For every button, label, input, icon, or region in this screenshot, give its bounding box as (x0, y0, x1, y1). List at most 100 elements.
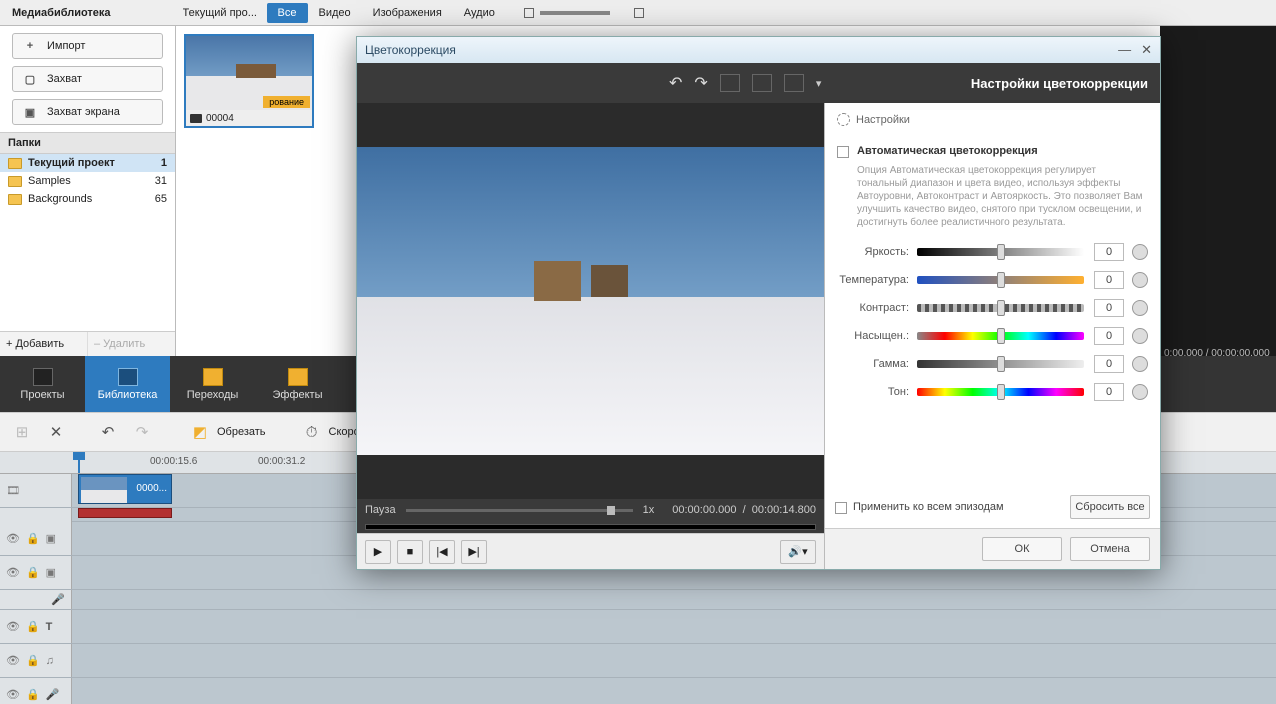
folder-count: 31 (155, 175, 167, 187)
mode-projects[interactable]: Проекты (0, 356, 85, 412)
folder-backgrounds[interactable]: Backgrounds65 (0, 190, 175, 208)
color-correction-dialog: Цветокоррекция — ✕ ↶ ↷ ▾ Настройки цвето… (356, 36, 1161, 570)
lock-icon[interactable]: 🔒 (26, 688, 40, 701)
folder-current-project[interactable]: Текущий проект1 (0, 154, 175, 172)
saturation-value[interactable]: 0 (1094, 327, 1124, 345)
speed-slider[interactable] (406, 509, 633, 512)
contrast-value[interactable]: 0 (1094, 299, 1124, 317)
brightness-label: Яркость: (837, 246, 909, 258)
eye-icon[interactable]: 👁 (6, 688, 20, 701)
hue-label: Тон: (837, 386, 909, 398)
undo-icon[interactable]: ↶ (96, 420, 120, 444)
minimize-icon[interactable]: — (1118, 42, 1131, 58)
saturation-slider[interactable] (917, 332, 1084, 340)
redo-icon[interactable]: ↷ (130, 420, 154, 444)
redo-icon[interactable]: ↷ (694, 73, 707, 93)
contrast-slider[interactable] (917, 304, 1084, 312)
folder-count: 1 (161, 157, 167, 169)
prev-frame-button[interactable]: |◀ (429, 540, 455, 564)
delete-folder-button[interactable]: – Удалить (87, 332, 175, 356)
close-icon[interactable]: ✕ (1141, 42, 1152, 58)
tab-all[interactable]: Все (267, 3, 308, 23)
temperature-value[interactable]: 0 (1094, 271, 1124, 289)
track-music[interactable]: 👁🔒♫ (0, 644, 1276, 678)
audio-clip[interactable] (78, 508, 172, 518)
contrast-reset[interactable] (1132, 300, 1148, 316)
play-button[interactable]: ▶ (365, 540, 391, 564)
brightness-reset[interactable] (1132, 244, 1148, 260)
compare-display-icon[interactable] (784, 74, 804, 92)
compare-grid-icon[interactable] (752, 74, 772, 92)
temperature-slider[interactable] (917, 276, 1084, 284)
lock-icon[interactable]: 🔒 (26, 654, 40, 667)
preview-progress[interactable] (357, 521, 824, 533)
clip-thumbnail[interactable]: рование 00004 (184, 34, 314, 128)
split-icon[interactable]: ⊞ (10, 420, 34, 444)
hue-value[interactable]: 0 (1094, 383, 1124, 401)
lock-icon[interactable]: 🔒 (26, 532, 40, 545)
cancel-button[interactable]: Отмена (1070, 537, 1150, 561)
hue-slider[interactable] (917, 388, 1084, 396)
eye-icon[interactable]: 👁 (6, 532, 20, 545)
hue-row: Тон: 0 (837, 383, 1148, 401)
hue-reset[interactable] (1132, 384, 1148, 400)
ruler-tick: 00:00:31.2 (258, 456, 305, 467)
volume-button[interactable]: 🔊▾ (780, 540, 816, 564)
tab-audio[interactable]: Аудио (453, 3, 506, 23)
undo-icon[interactable]: ↶ (669, 73, 682, 93)
mode-library[interactable]: Библиотека (85, 356, 170, 412)
ok-button[interactable]: ОК (982, 537, 1062, 561)
capture-button[interactable]: ▢Захват (12, 66, 163, 92)
brightness-value[interactable]: 0 (1094, 243, 1124, 261)
dialog-titlebar[interactable]: Цветокоррекция — ✕ (357, 37, 1160, 63)
auto-color-checkbox[interactable] (837, 146, 849, 158)
folders-header: Папки (0, 132, 175, 154)
playhead[interactable] (78, 452, 80, 473)
thumb-id: 00004 (206, 113, 234, 124)
gamma-slider[interactable] (917, 360, 1084, 368)
screen-capture-button[interactable]: ▣Захват экрана (12, 99, 163, 125)
playback-status: Пауза (365, 504, 396, 516)
preview-controls: ▶ ■ |◀ ▶| 🔊▾ (357, 533, 824, 569)
compare-split-icon[interactable] (720, 74, 740, 92)
stop-button[interactable]: ■ (397, 540, 423, 564)
time-current: 00:00:00.000 (672, 504, 736, 516)
tab-images[interactable]: Изображения (362, 3, 453, 23)
chevron-down-icon[interactable]: ▾ (816, 77, 822, 90)
thumb-size-small-icon[interactable] (524, 8, 534, 18)
apply-all-checkbox[interactable] (835, 502, 847, 514)
import-button[interactable]: +Импорт (12, 33, 163, 59)
folder-samples[interactable]: Samples31 (0, 172, 175, 190)
eye-icon[interactable]: 👁 (6, 566, 20, 579)
add-folder-button[interactable]: + Добавить (0, 332, 87, 356)
gamma-value[interactable]: 0 (1094, 355, 1124, 373)
thumb-size-large-icon[interactable] (634, 8, 644, 18)
track-voice[interactable]: 👁 🔒 🎤 (0, 678, 1276, 704)
next-frame-button[interactable]: ▶| (461, 540, 487, 564)
track-overlay2b[interactable]: 🎤 (0, 590, 1276, 610)
lock-icon[interactable]: 🔒 (26, 620, 40, 633)
brightness-slider[interactable] (917, 248, 1084, 256)
contrast-row: Контраст: 0 (837, 299, 1148, 317)
saturation-reset[interactable] (1132, 328, 1148, 344)
left-sidebar: +Импорт ▢Захват ▣Захват экрана Папки Тек… (0, 26, 176, 356)
track-text[interactable]: 👁🔒T (0, 610, 1276, 644)
mode-transitions[interactable]: Переходы (170, 356, 255, 412)
time-total: 00:00:14.800 (752, 504, 816, 516)
thumb-footer: 00004 (186, 110, 312, 126)
gamma-reset[interactable] (1132, 356, 1148, 372)
temperature-reset[interactable] (1132, 272, 1148, 288)
mode-effects[interactable]: Эффекты (255, 356, 340, 412)
reset-all-button[interactable]: Сбросить все (1070, 495, 1150, 519)
thumb-size-slider[interactable] (540, 11, 610, 15)
screen-label: Захват экрана (47, 106, 120, 118)
lock-icon[interactable]: 🔒 (26, 566, 40, 579)
video-clip[interactable]: 0000... (78, 474, 172, 504)
delete-icon[interactable]: ✕ (44, 420, 68, 444)
folder-count: 65 (155, 193, 167, 205)
eye-icon[interactable]: 👁 (6, 654, 20, 667)
tab-video[interactable]: Видео (308, 3, 362, 23)
mic-icon: 🎤 (46, 688, 60, 701)
eye-icon[interactable]: 👁 (6, 620, 20, 633)
crop-button[interactable]: ◩Обрезать (188, 420, 266, 444)
